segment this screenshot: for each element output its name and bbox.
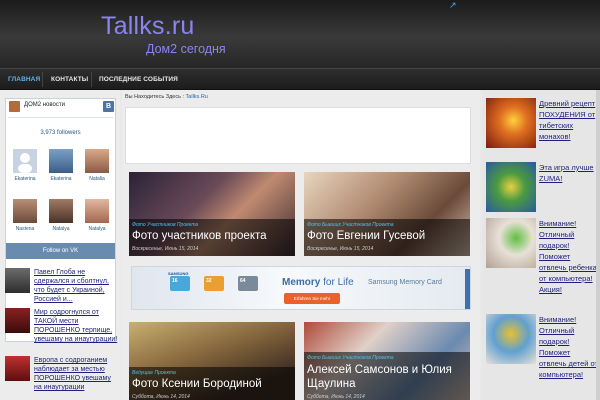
nav-item-home[interactable]: Главная — [0, 69, 48, 90]
follower-name: Natalya — [52, 226, 70, 232]
post-category[interactable]: Ведущие Проекта — [132, 370, 176, 376]
community-avatar[interactable] — [9, 101, 20, 112]
banner-product: Samsung Memory Card — [368, 279, 442, 286]
post-card[interactable]: Фото Участников Проекта Фото участников … — [129, 172, 295, 256]
post-title[interactable]: Фото участников проекта — [132, 230, 294, 243]
post-date: Суббота, Июнь 14, 2014 — [132, 394, 190, 400]
follower-item[interactable]: Natalya — [82, 199, 112, 232]
banner-slogan-rest: for Life — [320, 277, 354, 288]
breadcrumb-link[interactable]: Tallks.Ru — [186, 94, 208, 100]
promo-link[interactable]: Внимание! Отличный подарок! Поможет отвл… — [539, 218, 599, 295]
post-category[interactable]: Фото Бывших Участников Проекта — [307, 222, 394, 228]
samsung-ad-banner[interactable]: SAMSUNG 16 32 64 Memory for Life Samsung… — [131, 266, 471, 310]
sidebar-news-item[interactable]: Павел Глоба не сдержался и сболтнул, что… — [5, 268, 118, 303]
post-card[interactable]: Фото Бывших Участников Проекта Фото Евге… — [304, 172, 470, 256]
post-card[interactable]: Фото Бывших Участников Проекта Алексей С… — [304, 322, 470, 400]
post-title[interactable]: Фото Евгении Гусевой — [307, 230, 469, 243]
follower-avatar — [49, 149, 73, 173]
follower-item[interactable]: Natalya — [46, 199, 76, 232]
site-title[interactable]: Tallks.ru — [101, 12, 195, 41]
right-sidebar: Древний рецепт ПОХУДЕНИЯ от тибетских мо… — [482, 90, 600, 400]
news-link[interactable]: Павел Глоба не сдержался и сболтнул, что… — [34, 268, 120, 304]
post-card[interactable]: Ведущие Проекта Фото Ксении Бородиной Су… — [129, 322, 295, 400]
follow-on-vk-button[interactable]: Follow on VK — [6, 243, 115, 259]
banner-slogan: Memory for Life — [282, 277, 354, 288]
follower-avatar — [49, 199, 73, 223]
post-date: Суббота, Июнь 14, 2014 — [307, 394, 365, 400]
promo-image[interactable] — [486, 162, 536, 212]
news-thumbnail[interactable] — [5, 268, 30, 293]
post-title[interactable]: Фото Ксении Бородиной — [132, 378, 294, 391]
memory-card-image: 16 — [170, 276, 190, 291]
nav-item-latest-events[interactable]: Последние события — [91, 69, 186, 90]
follower-name: Natalya — [88, 226, 106, 232]
main-navigation: Главная Контакты Последние события — [0, 68, 600, 90]
news-link[interactable]: Мир содрогнулся от ТАКОЙ мести ПОРОШЕНКО… — [34, 308, 120, 344]
main-content: Вы Находитесь Здесь : Tallks.Ru Фото Уча… — [122, 90, 480, 400]
follower-item[interactable]: Natalia — [82, 149, 112, 182]
promo-link[interactable]: Эта игра лучше ZUMA! — [539, 162, 599, 184]
follower-name: Natalia — [89, 176, 105, 182]
divider — [8, 117, 113, 118]
follower-name: Ekaterina — [14, 176, 36, 182]
post-date: Воскресенье, Июнь 15, 2014 — [132, 246, 199, 252]
breadcrumb: Вы Находитесь Здесь : Tallks.Ru — [125, 94, 208, 100]
site-header: Tallks.ru Дом2 сегодня ↗ — [0, 0, 600, 68]
promo-image[interactable] — [486, 218, 536, 268]
sidebar-news-item[interactable]: Мир содрогнулся от ТАКОЙ мести ПОРОШЕНКО… — [5, 308, 118, 343]
news-thumbnail[interactable] — [5, 356, 30, 381]
memory-card-image: 32 — [204, 276, 224, 291]
follower-avatar — [85, 199, 109, 223]
follower-name: Ekaterina — [50, 176, 72, 182]
post-caption: Ведущие Проекта Фото Ксении Бородиной Су… — [129, 367, 295, 400]
ad-placeholder — [125, 107, 471, 164]
banner-cta-button[interactable]: Erfahren Sie mehr — [284, 293, 340, 304]
promo-image[interactable] — [486, 98, 536, 148]
follower-avatar — [13, 149, 37, 173]
news-link[interactable]: Европа с содроганием наблюдает за местью… — [34, 356, 120, 392]
vk-community-title[interactable]: ДОМ2 новости — [24, 102, 65, 108]
follower-item[interactable]: Ekaterina — [46, 149, 76, 182]
breadcrumb-prefix: Вы Находитесь Здесь : — [125, 94, 185, 100]
banner-edge — [465, 269, 470, 309]
news-thumbnail[interactable] — [5, 308, 30, 333]
promo-image[interactable] — [486, 314, 536, 364]
follower-avatar — [13, 199, 37, 223]
site-tagline: Дом2 сегодня — [146, 42, 226, 56]
follower-item[interactable]: Ekaterina — [10, 149, 40, 182]
nav-item-contacts[interactable]: Контакты — [43, 69, 96, 90]
corner-link-icon: ↗ — [449, 0, 457, 10]
promo-link[interactable]: Древний рецепт ПОХУДЕНИЯ от тибетских мо… — [539, 98, 599, 142]
post-date: Воскресенье, Июнь 15, 2014 — [307, 246, 374, 252]
follower-name: Nastena — [15, 226, 35, 232]
post-title[interactable]: Алексей Самсонов и Юлия Щаулина — [307, 363, 469, 391]
follower-avatar — [85, 149, 109, 173]
scrollbar[interactable] — [596, 90, 600, 400]
default-avatar-icon — [18, 153, 32, 173]
vk-logo-icon[interactable]: B — [103, 101, 114, 112]
banner-slogan-bold: Memory — [282, 277, 321, 288]
vk-widget-header: ДОМ2 новости B — [6, 99, 115, 115]
left-sidebar: ДОМ2 новости B 3,973 followers Ekaterina… — [0, 90, 120, 400]
vk-community-widget: ДОМ2 новости B 3,973 followers Ekaterina… — [5, 98, 116, 342]
vk-followers-count: 3,973 followers — [40, 130, 81, 136]
promo-link[interactable]: Внимание! Отличный подарок! Поможет отвл… — [539, 314, 599, 380]
sidebar-news-item[interactable]: Европа с содроганием наблюдает за местью… — [5, 356, 118, 391]
follower-item[interactable]: Nastena — [10, 199, 40, 232]
post-category[interactable]: Фото Бывших Участников Проекта — [307, 355, 394, 361]
post-caption: Фото Участников Проекта Фото участников … — [129, 219, 295, 256]
post-caption: Фото Бывших Участников Проекта Фото Евге… — [304, 219, 470, 256]
memory-card-image: 64 — [238, 276, 258, 291]
post-caption: Фото Бывших Участников Проекта Алексей С… — [304, 352, 470, 400]
post-category[interactable]: Фото Участников Проекта — [132, 222, 198, 228]
